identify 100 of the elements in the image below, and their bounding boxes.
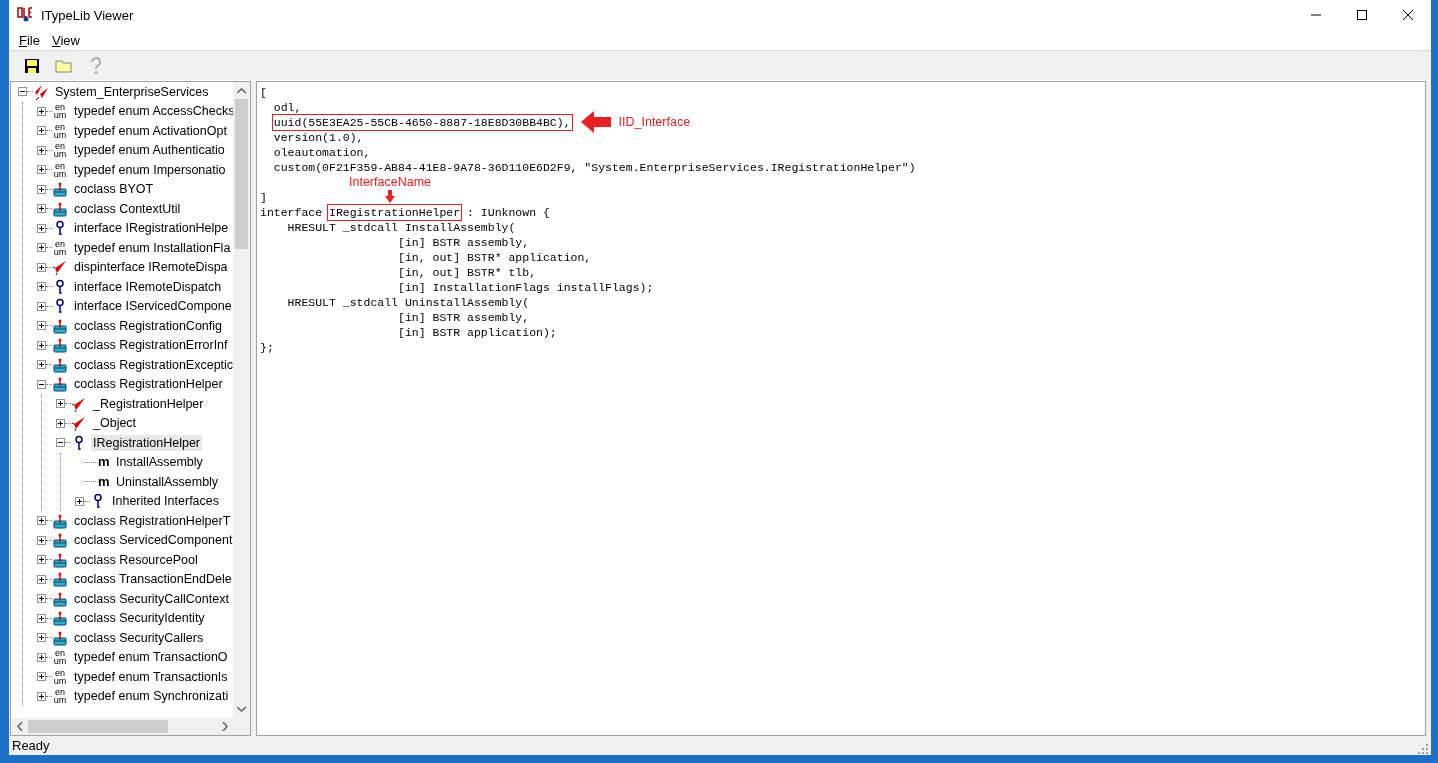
expand-icon[interactable] xyxy=(37,301,46,311)
scroll-thumb[interactable] xyxy=(28,720,168,733)
expand-icon[interactable] xyxy=(37,574,46,584)
expand-icon[interactable] xyxy=(37,106,46,116)
code-text: HRESULT _stdcall UninstallAssembly( xyxy=(286,296,530,309)
tree-item[interactable]: _Object xyxy=(91,415,139,432)
expand-icon[interactable] xyxy=(37,184,46,194)
enum-icon: en um xyxy=(52,649,68,666)
tree-item[interactable]: UninstallAssembly xyxy=(114,473,221,490)
coclass-icon xyxy=(52,610,68,627)
expand-icon[interactable] xyxy=(37,516,46,526)
menu-item[interactable]: File xyxy=(15,32,44,48)
tree-item[interactable]: coclass SecurityIdentity xyxy=(72,610,207,627)
collapse-icon[interactable] xyxy=(18,87,27,97)
coclass-icon xyxy=(52,590,68,607)
tree-item[interactable]: _RegistrationHelper xyxy=(91,395,206,412)
collapse-icon[interactable] xyxy=(56,438,65,448)
tree-item[interactable]: coclass TransactionEndDele xyxy=(72,571,233,588)
resize-grip-icon[interactable] xyxy=(1417,743,1429,755)
tree-item[interactable]: Inherited Interfaces xyxy=(110,493,221,510)
expand-icon[interactable] xyxy=(37,145,46,155)
tree-item[interactable]: coclass ServicedComponent xyxy=(72,532,233,549)
tree-item[interactable]: System_EnterpriseServices xyxy=(53,83,211,100)
expand-icon[interactable] xyxy=(37,555,46,565)
coclass-icon xyxy=(52,571,68,588)
tree-item[interactable]: interface IRegistrationHelpe xyxy=(72,220,231,237)
tree-item[interactable]: typedef enum InstallationFla xyxy=(72,239,233,256)
folder-icon xyxy=(55,57,73,74)
coclass-icon xyxy=(52,376,68,393)
code-text: odl, xyxy=(272,101,302,114)
expand-icon[interactable] xyxy=(37,262,46,272)
expand-icon[interactable] xyxy=(37,340,46,350)
expand-icon[interactable] xyxy=(75,496,84,506)
tree-item[interactable]: coclass BYOT xyxy=(72,181,156,198)
expand-icon[interactable] xyxy=(37,652,46,662)
expand-icon[interactable] xyxy=(37,360,46,370)
tree-item[interactable]: interface IRemoteDispatch xyxy=(72,278,224,295)
coclass-icon xyxy=(52,317,68,334)
coclass-icon xyxy=(52,532,68,549)
expand-icon[interactable] xyxy=(56,399,65,409)
tree-item[interactable]: dispinterface IRemoteDispa xyxy=(72,259,230,276)
expand-icon[interactable] xyxy=(37,535,46,545)
tree-item[interactable]: typedef enum Impersonatio xyxy=(72,161,228,178)
expand-icon[interactable] xyxy=(37,691,46,701)
expand-icon[interactable] xyxy=(37,321,46,331)
coclass-icon xyxy=(52,512,68,529)
dart-icon xyxy=(52,259,68,276)
enum-icon: en um xyxy=(52,142,68,159)
expand-icon[interactable] xyxy=(37,672,46,682)
tree-item[interactable]: interface IServicedCompone xyxy=(72,298,233,315)
tree-item[interactable]: InstallAssembly xyxy=(114,454,205,471)
expand-icon[interactable] xyxy=(37,165,46,175)
tree-item[interactable]: coclass RegistrationHelper xyxy=(72,376,225,393)
expand-icon[interactable] xyxy=(37,282,46,292)
tree-item[interactable]: typedef enum ActivationOpt xyxy=(72,122,229,139)
code-text: [ xyxy=(260,86,267,99)
maximize-icon xyxy=(1357,10,1367,20)
coclass-icon xyxy=(52,337,68,354)
tree-item[interactable]: coclass ContextUtil xyxy=(72,200,183,217)
expand-icon[interactable] xyxy=(37,243,46,253)
code-text: [in, out] BSTR* tlb, xyxy=(397,266,537,279)
collapse-icon[interactable] xyxy=(37,379,46,389)
tree-item[interactable]: coclass SecurityCallers xyxy=(72,629,206,646)
tree-item[interactable]: typedef enum TransactionO xyxy=(72,649,230,666)
code-text: custom(0F21F359-AB84-41E8-9A78-36D110E6D2F9, "System.EnterpriseServices.IRegistrationHelper") xyxy=(272,161,916,174)
expand-icon[interactable] xyxy=(37,204,46,214)
tree-item[interactable]: coclass RegistrationHelperT xyxy=(72,512,233,529)
expand-icon[interactable] xyxy=(37,633,46,643)
coclass-icon xyxy=(52,551,68,568)
tree-item[interactable]: IRegistrationHelper xyxy=(91,434,202,451)
tree-item[interactable]: coclass RegistrationExceptic xyxy=(72,356,233,373)
code-text: }; xyxy=(260,341,274,354)
coclass-icon xyxy=(52,629,68,646)
tree-item[interactable]: coclass ResourcePool xyxy=(72,551,200,568)
expand-icon[interactable] xyxy=(56,418,65,428)
tree-item[interactable]: typedef enum Authenticatio xyxy=(72,142,227,159)
horizontal-scrollbar[interactable] xyxy=(11,718,250,735)
code-text: [in] InstallationFlags installFlags); xyxy=(397,281,654,294)
expand-icon[interactable] xyxy=(37,594,46,604)
menu-item[interactable]: View xyxy=(47,32,84,48)
help-icon xyxy=(90,56,102,75)
code-text: [in, out] BSTR* application, xyxy=(397,251,592,264)
tree-item[interactable]: coclass SecurityCallContext xyxy=(72,590,231,607)
expand-icon[interactable] xyxy=(37,223,46,233)
enum-icon: en um xyxy=(52,103,68,120)
code-text: [in] BSTR assembly, xyxy=(397,236,530,249)
enum-icon: en um xyxy=(52,239,68,256)
tree-item[interactable]: coclass RegistrationErrorInf xyxy=(72,337,230,354)
scroll-thumb[interactable] xyxy=(235,99,248,249)
tree-item[interactable]: typedef enum Synchronizati xyxy=(72,688,231,705)
expand-icon[interactable] xyxy=(37,126,46,136)
tree-item[interactable]: coclass RegistrationConfig xyxy=(72,317,224,334)
vertical-scrollbar[interactable] xyxy=(233,82,250,718)
code-text: [in] BSTR application); xyxy=(397,326,557,339)
tree-item[interactable]: typedef enum TransactionIs xyxy=(72,668,230,685)
highlighted-code: uuid(55E3EA25-55CB-4650-8887-18E8D30BB4BC), xyxy=(273,116,571,129)
expand-icon[interactable] xyxy=(37,613,46,623)
window-title: ITypeLib Viewer xyxy=(41,7,135,23)
app-icon xyxy=(17,7,33,23)
arrow-icon xyxy=(385,190,395,203)
